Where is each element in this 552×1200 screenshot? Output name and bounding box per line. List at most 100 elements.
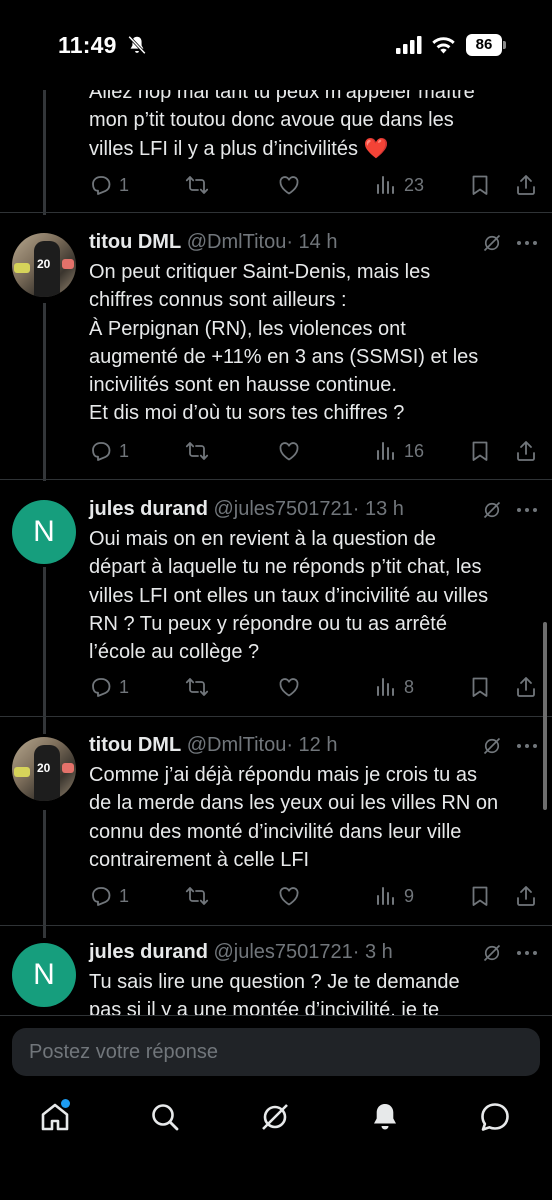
repost-button[interactable] bbox=[185, 674, 209, 700]
tweet-text: Tu sais lire une question ? Je te demand… bbox=[89, 968, 529, 1015]
reply-count: 1 bbox=[119, 174, 130, 195]
repost-button[interactable] bbox=[185, 438, 209, 464]
tweet-actions: 1 23 bbox=[89, 172, 549, 198]
share-icon bbox=[517, 886, 535, 906]
bookmark-button[interactable] bbox=[468, 438, 492, 464]
tweet-text-line: l’école au collège ? bbox=[89, 641, 260, 664]
tweet-header: titou DML @DmlTitou· 12 h bbox=[89, 734, 337, 757]
tweet-text-line: RN ? Tu peux y répondre ou tu as arrêté bbox=[89, 612, 447, 635]
repost-button[interactable] bbox=[185, 883, 209, 909]
heart-icon bbox=[279, 887, 299, 906]
reply-icon bbox=[92, 887, 111, 906]
grok-icon bbox=[262, 1104, 288, 1130]
more-options-icon[interactable] bbox=[515, 233, 539, 253]
bookmark-button[interactable] bbox=[468, 674, 492, 700]
views-button[interactable]: 8 bbox=[374, 674, 414, 700]
share-icon bbox=[517, 175, 535, 195]
tweet[interactable]: 20 titou DML @DmlTitou· 14 h On peut cri… bbox=[0, 213, 552, 478]
avatar[interactable]: N bbox=[12, 500, 76, 564]
more-options-icon[interactable] bbox=[515, 736, 539, 756]
avatar[interactable]: 20 bbox=[12, 737, 76, 801]
share-button[interactable] bbox=[514, 172, 538, 198]
tweet-text-line: départ à laquelle tu ne réponds p’tit ch… bbox=[89, 556, 482, 579]
tweet-time: · 3 h bbox=[352, 941, 393, 963]
avatar[interactable]: N bbox=[12, 943, 76, 1007]
tweet-time: · 13 h bbox=[352, 498, 404, 520]
reply-input[interactable]: Postez votre réponse bbox=[12, 1028, 540, 1076]
reply-icon bbox=[92, 678, 111, 697]
bottom-tab-bar bbox=[0, 1090, 552, 1150]
grok-icon[interactable] bbox=[482, 500, 502, 520]
tweet[interactable]: 20 titou DML @DmlTitou· 12 h Comme j’ai … bbox=[0, 717, 552, 925]
author-name[interactable]: jules durand bbox=[89, 498, 208, 520]
bookmark-icon bbox=[472, 175, 488, 195]
tweet-text-line: pas si il y a une montée d’incivilité, j… bbox=[89, 999, 440, 1015]
reply-button[interactable]: 1 bbox=[89, 438, 129, 464]
like-button[interactable] bbox=[277, 438, 301, 464]
tweet-text: Allez hop mai tant tu peux m’appeler maî… bbox=[89, 78, 529, 163]
tab-messages[interactable] bbox=[478, 1100, 512, 1134]
tweet-text-line: contrairement à celle LFI bbox=[89, 848, 310, 871]
repost-button[interactable] bbox=[185, 172, 209, 198]
conversation-feed[interactable]: Allez hop mai tant tu peux m’appeler maî… bbox=[0, 0, 552, 1015]
share-button[interactable] bbox=[514, 438, 538, 464]
reply-count: 1 bbox=[119, 440, 130, 461]
battery-tip bbox=[503, 41, 506, 49]
heart-icon bbox=[279, 442, 299, 461]
repost-icon bbox=[185, 442, 209, 460]
repost-icon bbox=[185, 887, 209, 905]
scrollbar[interactable] bbox=[543, 622, 547, 810]
battery-level: 86 bbox=[466, 34, 502, 56]
grok-icon[interactable] bbox=[482, 736, 502, 756]
views-icon bbox=[377, 176, 394, 194]
tab-search[interactable] bbox=[148, 1100, 182, 1134]
tweet-text-line: Et dis moi d’où tu sors tes chiffres ? bbox=[89, 402, 405, 425]
more-options-icon[interactable] bbox=[515, 943, 539, 963]
reply-button[interactable]: 1 bbox=[89, 883, 129, 909]
notification-dot bbox=[61, 1099, 70, 1108]
grok-icon[interactable] bbox=[482, 943, 502, 963]
like-button[interactable] bbox=[277, 674, 301, 700]
reply-button[interactable]: 1 bbox=[89, 172, 129, 198]
more-options-icon[interactable] bbox=[515, 500, 539, 520]
grok-icon[interactable] bbox=[482, 233, 502, 253]
tweet[interactable]: N jules durand @jules7501721· 3 h Tu sai… bbox=[0, 926, 552, 1015]
tweet[interactable]: N jules durand @jules7501721· 13 h Oui m… bbox=[0, 480, 552, 716]
like-button[interactable] bbox=[277, 883, 301, 909]
views-button[interactable]: 16 bbox=[374, 438, 424, 464]
bookmark-icon bbox=[472, 677, 488, 697]
tweet-text-line: villes LFI il y a plus d’incivilités ❤️ bbox=[89, 137, 389, 160]
tweet-text-line: Comme j’ai déjà répondu mais je crois tu… bbox=[89, 764, 477, 786]
tweet-text-line: À Perpignan (RN), les violences ont bbox=[89, 317, 406, 340]
author-name[interactable]: titou DML bbox=[89, 734, 181, 756]
tweet-text: Comme j’ai déjà répondu mais je crois tu… bbox=[89, 761, 529, 874]
author-handle[interactable]: @DmlTitou bbox=[187, 734, 287, 756]
tweet-text-line: Oui mais on en revient à la question de bbox=[89, 528, 436, 550]
views-button[interactable]: 9 bbox=[374, 883, 414, 909]
author-handle[interactable]: @jules7501721 bbox=[213, 941, 352, 963]
author-handle[interactable]: @DmlTitou bbox=[187, 231, 287, 253]
views-button[interactable]: 23 bbox=[374, 172, 424, 198]
heart-icon bbox=[279, 678, 299, 697]
tweet-actions: 1 9 bbox=[89, 883, 549, 909]
author-name[interactable]: titou DML bbox=[89, 231, 181, 253]
bookmark-button[interactable] bbox=[468, 172, 492, 198]
like-button[interactable] bbox=[277, 172, 301, 198]
tweet-text: Oui mais on en revient à la question de … bbox=[89, 525, 529, 666]
wifi-icon bbox=[432, 37, 455, 54]
views-count: 8 bbox=[404, 676, 415, 697]
share-button[interactable] bbox=[514, 883, 538, 909]
reply-icon bbox=[92, 176, 111, 195]
notifications-icon bbox=[374, 1104, 396, 1130]
reply-button[interactable]: 1 bbox=[89, 674, 129, 700]
tab-grok[interactable] bbox=[258, 1100, 292, 1134]
avatar[interactable]: 20 bbox=[12, 233, 76, 297]
share-icon bbox=[517, 441, 535, 461]
tweet-text-line: chiffres connus sont ailleurs : bbox=[89, 289, 347, 312]
bookmark-button[interactable] bbox=[468, 883, 492, 909]
share-button[interactable] bbox=[514, 674, 538, 700]
author-handle[interactable]: @jules7501721 bbox=[213, 498, 352, 520]
author-name[interactable]: jules durand bbox=[89, 941, 208, 963]
views-icon bbox=[377, 678, 394, 696]
tab-notifications[interactable] bbox=[368, 1100, 402, 1134]
